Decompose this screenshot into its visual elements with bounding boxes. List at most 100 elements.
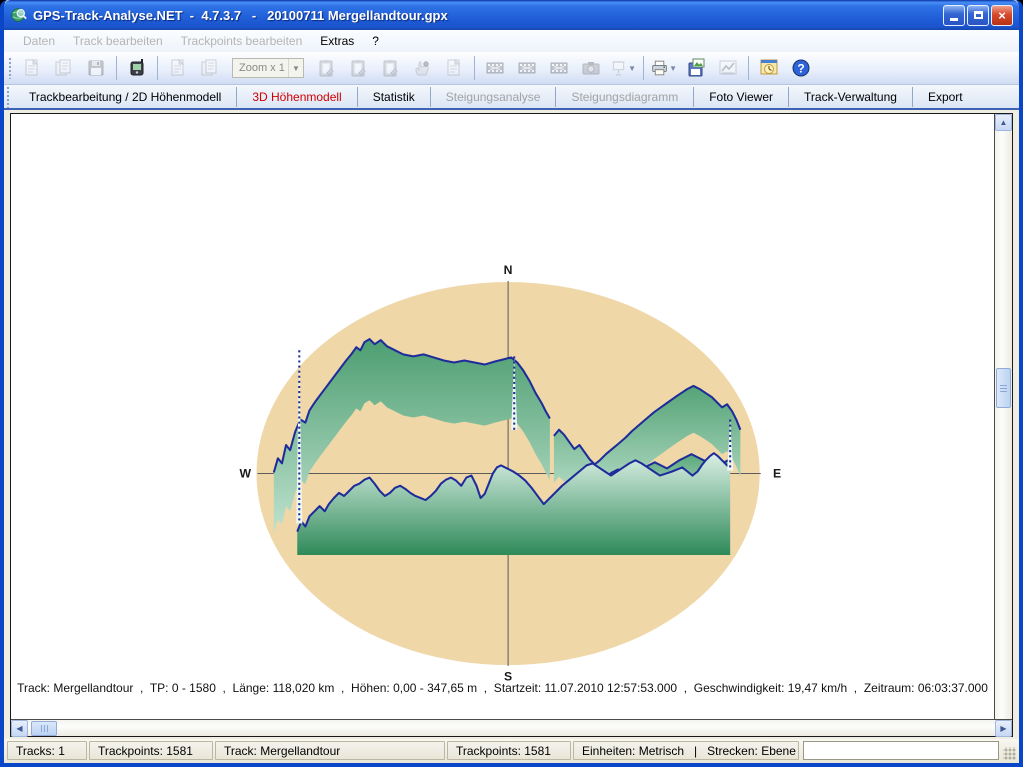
print-button[interactable]: ▼ (650, 55, 678, 81)
open-file-icon (22, 58, 42, 78)
tab-strip: Trackbearbeitung / 2D Höhenmodell3D Höhe… (4, 85, 1019, 110)
resize-grip[interactable] (1003, 747, 1016, 760)
projector-icon (610, 58, 627, 78)
scroll-right-button[interactable]: ▶ (995, 720, 1012, 737)
tab-export[interactable]: Export (912, 87, 978, 107)
save-button (82, 55, 110, 81)
track-summary-caption: Track: Mergellandtour , TP: 0 - 1580 , L… (11, 681, 994, 695)
film-target-icon (549, 58, 569, 78)
app-window: GPS-Track-Analyse.NET - 4.7.3.7 - 201007… (0, 0, 1023, 767)
time-window-button[interactable] (755, 55, 783, 81)
time-window-icon (759, 58, 779, 78)
menu-item-trackpoints-bearbeiten: Trackpoints bearbeiten (172, 32, 312, 50)
gps-device-button[interactable] (123, 55, 151, 81)
tab-track-verwaltung[interactable]: Track-Verwaltung (788, 87, 912, 107)
open-files-icon (54, 58, 74, 78)
toolbar-separator (116, 56, 117, 80)
convert-page-icon (200, 58, 220, 78)
hand-pin-icon (412, 58, 432, 78)
tab-3d-höhenmodell[interactable]: 3D Höhenmodell (236, 87, 356, 107)
height-model-canvas[interactable]: NSWE Track: Mergellandtour , TP: 0 - 158… (11, 114, 995, 719)
menu-item-help[interactable]: ? (363, 32, 388, 50)
maximize-icon (974, 11, 983, 19)
toolbar-items: Zoom x 1▼▼▼ (16, 55, 817, 81)
toolbar-separator (643, 56, 644, 80)
window-title: GPS-Track-Analyse.NET - 4.7.3.7 - 201007… (33, 8, 943, 23)
print-caret-icon[interactable]: ▼ (669, 64, 677, 73)
close-button[interactable]: × (991, 5, 1013, 26)
status-panel-4: Trackpoints: 1581 (447, 741, 571, 760)
film-cut-icon (485, 58, 505, 78)
close-icon: × (998, 8, 1006, 23)
horizontal-scrollbar-thumb[interactable] (31, 721, 57, 736)
app-icon (10, 6, 28, 24)
zoom-select-label: Zoom x 1 (239, 62, 285, 74)
save-image-icon (686, 58, 706, 78)
menu-item-daten: Daten (14, 32, 64, 50)
status-bar: Tracks: 1Trackpoints: 1581Track: Mergell… (4, 739, 1019, 763)
undo-page-icon (444, 58, 464, 78)
menu-item-track-bearbeiten: Track bearbeiten (64, 32, 172, 50)
toolbar-separator (474, 56, 475, 80)
height-model-svg: NSWE (11, 114, 994, 719)
status-panel-3: Track: Mergellandtour (215, 741, 445, 760)
viewer-frame: NSWE Track: Mergellandtour , TP: 0 - 158… (10, 113, 1013, 737)
scroll-left-button[interactable]: ◀ (11, 720, 28, 737)
horizontal-scrollbar[interactable]: ◀ ▶ (11, 719, 1012, 736)
gps-device-icon (127, 58, 147, 78)
toolbar-grip[interactable] (8, 57, 12, 79)
board-search-icon (380, 58, 400, 78)
export-page-button (164, 55, 192, 81)
film-export-icon (517, 58, 537, 78)
maximize-button[interactable] (967, 5, 989, 26)
edit-board-button (312, 55, 340, 81)
statusbar-input[interactable] (803, 741, 999, 760)
vertical-scrollbar-thumb[interactable] (996, 368, 1011, 408)
title-bar[interactable]: GPS-Track-Analyse.NET - 4.7.3.7 - 201007… (4, 0, 1019, 30)
tab-statistik[interactable]: Statistik (357, 87, 430, 107)
film-cut-button (481, 55, 509, 81)
tab-steigungsdiagramm: Steigungsdiagramm (555, 87, 693, 107)
projector-button: ▼ (609, 55, 637, 81)
board-search-button (376, 55, 404, 81)
export-page-icon (168, 58, 188, 78)
toolbar-separator (748, 56, 749, 80)
print-icon (651, 58, 668, 78)
projector-caret-icon: ▼ (628, 64, 636, 73)
minimize-button[interactable] (943, 5, 965, 26)
compass-label-w: W (240, 467, 252, 481)
compass-label-e: E (773, 467, 781, 481)
open-file-button (18, 55, 46, 81)
zoom-select-caret-icon[interactable]: ▼ (288, 59, 303, 77)
film-target-button (545, 55, 573, 81)
diagram-button (714, 55, 742, 81)
minimize-icon (950, 18, 958, 21)
status-panel-2: Trackpoints: 1581 (89, 741, 213, 760)
toolbar-separator (157, 56, 158, 80)
status-panel-5: Einheiten: Metrisch | Strecken: Ebene (573, 741, 799, 760)
edit-pencil-icon (348, 58, 368, 78)
content-area: NSWE Track: Mergellandtour , TP: 0 - 158… (4, 110, 1019, 739)
vertical-scrollbar[interactable]: ▲ (995, 114, 1012, 719)
edit-pencil-button (344, 55, 372, 81)
undo-page-button (440, 55, 468, 81)
save-image-button[interactable] (682, 55, 710, 81)
help-button[interactable] (787, 55, 815, 81)
status-panel-1: Tracks: 1 (7, 741, 87, 760)
film-export-button (513, 55, 541, 81)
menu-item-extras[interactable]: Extras (311, 32, 363, 50)
tabs: Trackbearbeitung / 2D Höhenmodell3D Höhe… (14, 87, 978, 107)
save-icon (86, 58, 106, 78)
convert-page-button (196, 55, 224, 81)
horizontal-scrollbar-track[interactable] (57, 720, 995, 736)
open-files-button (50, 55, 78, 81)
scroll-up-button[interactable]: ▲ (995, 114, 1012, 131)
tab-trackbearbeitung-2d-höhenmodell[interactable]: Trackbearbeitung / 2D Höhenmodell (14, 87, 236, 107)
tab-foto-viewer[interactable]: Foto Viewer (693, 87, 788, 107)
toolbar: Zoom x 1▼▼▼ (4, 52, 1019, 85)
tabstrip-grip[interactable] (6, 86, 10, 108)
menu-bar: DatenTrack bearbeitenTrackpoints bearbei… (4, 30, 1019, 52)
zoom-select[interactable]: Zoom x 1▼ (232, 58, 304, 78)
tab-steigungsanalyse: Steigungsanalyse (430, 87, 556, 107)
photo-rotate-icon (581, 58, 601, 78)
